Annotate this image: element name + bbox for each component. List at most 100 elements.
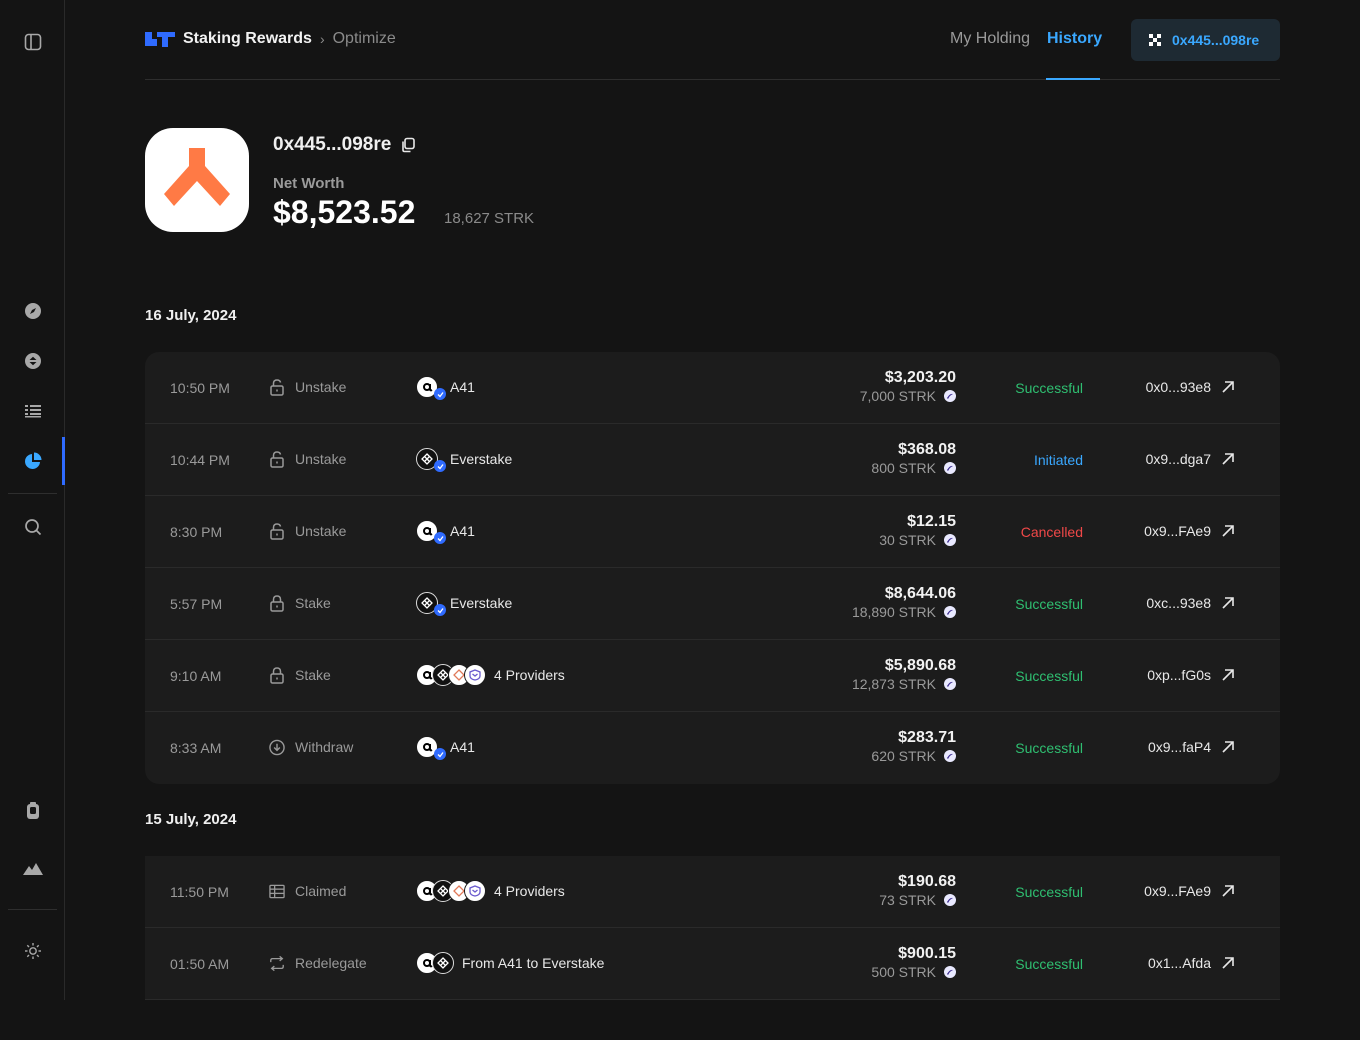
staking-rewards-logo-icon[interactable] [145, 30, 175, 48]
row-provider[interactable]: Everstake [416, 592, 512, 616]
starknet-icon [944, 534, 956, 546]
row-amount-strk: 18,890 STRK [852, 604, 956, 620]
starknet-icon [944, 750, 956, 762]
row-tx-link[interactable]: 0x9...faP4 [1148, 739, 1235, 755]
claimed-icon [269, 882, 285, 900]
row-status: Successful [1015, 884, 1083, 900]
row-type: Claimed [269, 882, 346, 900]
net-worth-value: $8,523.52 [273, 194, 416, 230]
row-provider[interactable]: A41 [416, 376, 475, 400]
brand-name[interactable]: Staking Rewards [183, 30, 312, 48]
table-row[interactable]: 8:30 PM Unstake A41 $12.15 30 STRK Cance… [145, 496, 1280, 568]
profile-address-text: 0x445...098re [273, 134, 392, 155]
row-tx-link[interactable]: 0x9...FAe9 [1144, 883, 1235, 899]
table-row[interactable]: 8:33 AM Withdraw A41 $283.71 620 STRK Su… [145, 712, 1280, 784]
row-amount: $900.15 500 STRK [871, 945, 956, 980]
mountain-icon[interactable] [22, 858, 44, 880]
provider-logos [416, 592, 446, 616]
row-time: 01:50 AM [170, 956, 230, 972]
redelegate-icon [269, 954, 285, 972]
row-provider-label: Everstake [450, 451, 513, 467]
row-tx-link[interactable]: 0x0...93e8 [1146, 379, 1235, 395]
top-header: Staking Rewards › Optimize My Holding Hi… [145, 0, 1280, 80]
row-tx-link[interactable]: 0x9...dga7 [1146, 451, 1235, 467]
tab-my-holding[interactable]: My Holding [950, 30, 1030, 48]
row-amount-usd: $8,644.06 [884, 585, 956, 602]
row-amount: $5,890.68 12,873 STRK [852, 657, 956, 692]
provider-logo-icon [464, 664, 486, 686]
external-link-icon [1221, 524, 1235, 538]
external-link-icon [1221, 380, 1235, 394]
row-amount-usd: $3,203.20 [884, 369, 956, 386]
row-tx-link[interactable]: 0x1...Afda [1148, 955, 1235, 971]
table-row[interactable]: 10:50 PM Unstake A41 $3,203.20 7,000 STR… [145, 352, 1280, 424]
row-amount-strk: 620 STRK [871, 748, 956, 764]
row-amount-usd: $5,890.68 [884, 657, 956, 674]
sidebar-active-indicator [62, 437, 65, 485]
starknet-icon [944, 606, 956, 618]
row-type: Stake [269, 666, 331, 684]
net-worth-strk: 18,627 STRK [444, 210, 535, 227]
row-type: Redelegate [269, 954, 367, 972]
external-link-icon [1221, 740, 1235, 754]
withdraw-icon [269, 738, 285, 756]
table-row[interactable]: 10:44 PM Unstake Everstake $368.08 800 S… [145, 424, 1280, 496]
row-status: Successful [1015, 740, 1083, 756]
history-table: 11:50 PM Claimed 4 Providers $190.68 73 … [145, 856, 1280, 1000]
table-row[interactable]: 11:50 PM Claimed 4 Providers $190.68 73 … [145, 856, 1280, 928]
verified-check-icon [434, 532, 446, 544]
row-tx-link[interactable]: 0xc...93e8 [1146, 595, 1235, 611]
table-row[interactable]: 9:10 AM Stake 4 Providers $5,890.68 12,8… [145, 640, 1280, 712]
row-amount-strk: 7,000 STRK [860, 388, 956, 404]
row-status: Cancelled [1020, 524, 1083, 540]
external-link-icon [1221, 668, 1235, 682]
row-provider[interactable]: Everstake [416, 448, 513, 472]
provider-logos [416, 520, 446, 544]
staking-icon[interactable] [22, 350, 44, 372]
row-amount: $283.71 620 STRK [871, 729, 956, 764]
row-time: 10:50 PM [170, 380, 230, 396]
list-icon[interactable] [22, 400, 44, 422]
provider-logos [416, 952, 454, 974]
row-status: Initiated [1033, 452, 1083, 468]
row-tx-link[interactable]: 0x9...FAe9 [1144, 523, 1235, 539]
row-provider-label: 4 Providers [494, 667, 565, 683]
starknet-icon [944, 966, 956, 978]
avatar [145, 128, 249, 232]
verified-check-icon [434, 748, 446, 760]
tab-history[interactable]: History [1047, 30, 1102, 48]
net-worth-label: Net Worth [273, 175, 345, 192]
table-row[interactable]: 5:57 PM Stake Everstake $8,644.06 18,890… [145, 568, 1280, 640]
row-type: Stake [269, 594, 331, 612]
wallet-icon[interactable] [22, 800, 44, 822]
row-amount: $368.08 800 STRK [871, 441, 956, 476]
verified-check-icon [434, 460, 446, 472]
row-provider-label: From A41 to Everstake [462, 955, 605, 971]
starknet-icon [944, 462, 956, 474]
row-type-label: Withdraw [295, 739, 354, 755]
search-icon[interactable] [22, 516, 44, 538]
row-provider-label: 4 Providers [494, 883, 565, 899]
panel-toggle-icon[interactable] [22, 31, 44, 53]
row-status: Successful [1015, 380, 1083, 396]
pie-chart-icon[interactable] [22, 450, 44, 472]
breadcrumb-current[interactable]: Optimize [333, 30, 396, 48]
external-link-icon [1221, 884, 1235, 898]
wallet-connect-icon [1149, 34, 1161, 46]
row-tx-link[interactable]: 0xp...fG0s [1147, 667, 1235, 683]
copy-icon[interactable] [400, 137, 416, 153]
compass-icon[interactable] [22, 300, 44, 322]
row-time: 8:33 AM [170, 740, 222, 756]
row-provider[interactable]: 4 Providers [416, 880, 565, 902]
row-provider[interactable]: A41 [416, 520, 475, 544]
row-provider[interactable]: From A41 to Everstake [416, 952, 604, 974]
sun-icon[interactable] [22, 940, 44, 962]
lock-icon [269, 594, 285, 612]
row-provider[interactable]: A41 [416, 736, 475, 760]
row-time: 8:30 PM [170, 524, 223, 540]
row-amount: $3,203.20 7,000 STRK [860, 369, 956, 404]
row-amount-usd: $12.15 [907, 513, 956, 530]
table-row[interactable]: 01:50 AM Redelegate From A41 to Everstak… [145, 928, 1280, 1000]
wallet-button[interactable]: 0x445...098re [1131, 19, 1280, 61]
row-provider[interactable]: 4 Providers [416, 664, 565, 686]
